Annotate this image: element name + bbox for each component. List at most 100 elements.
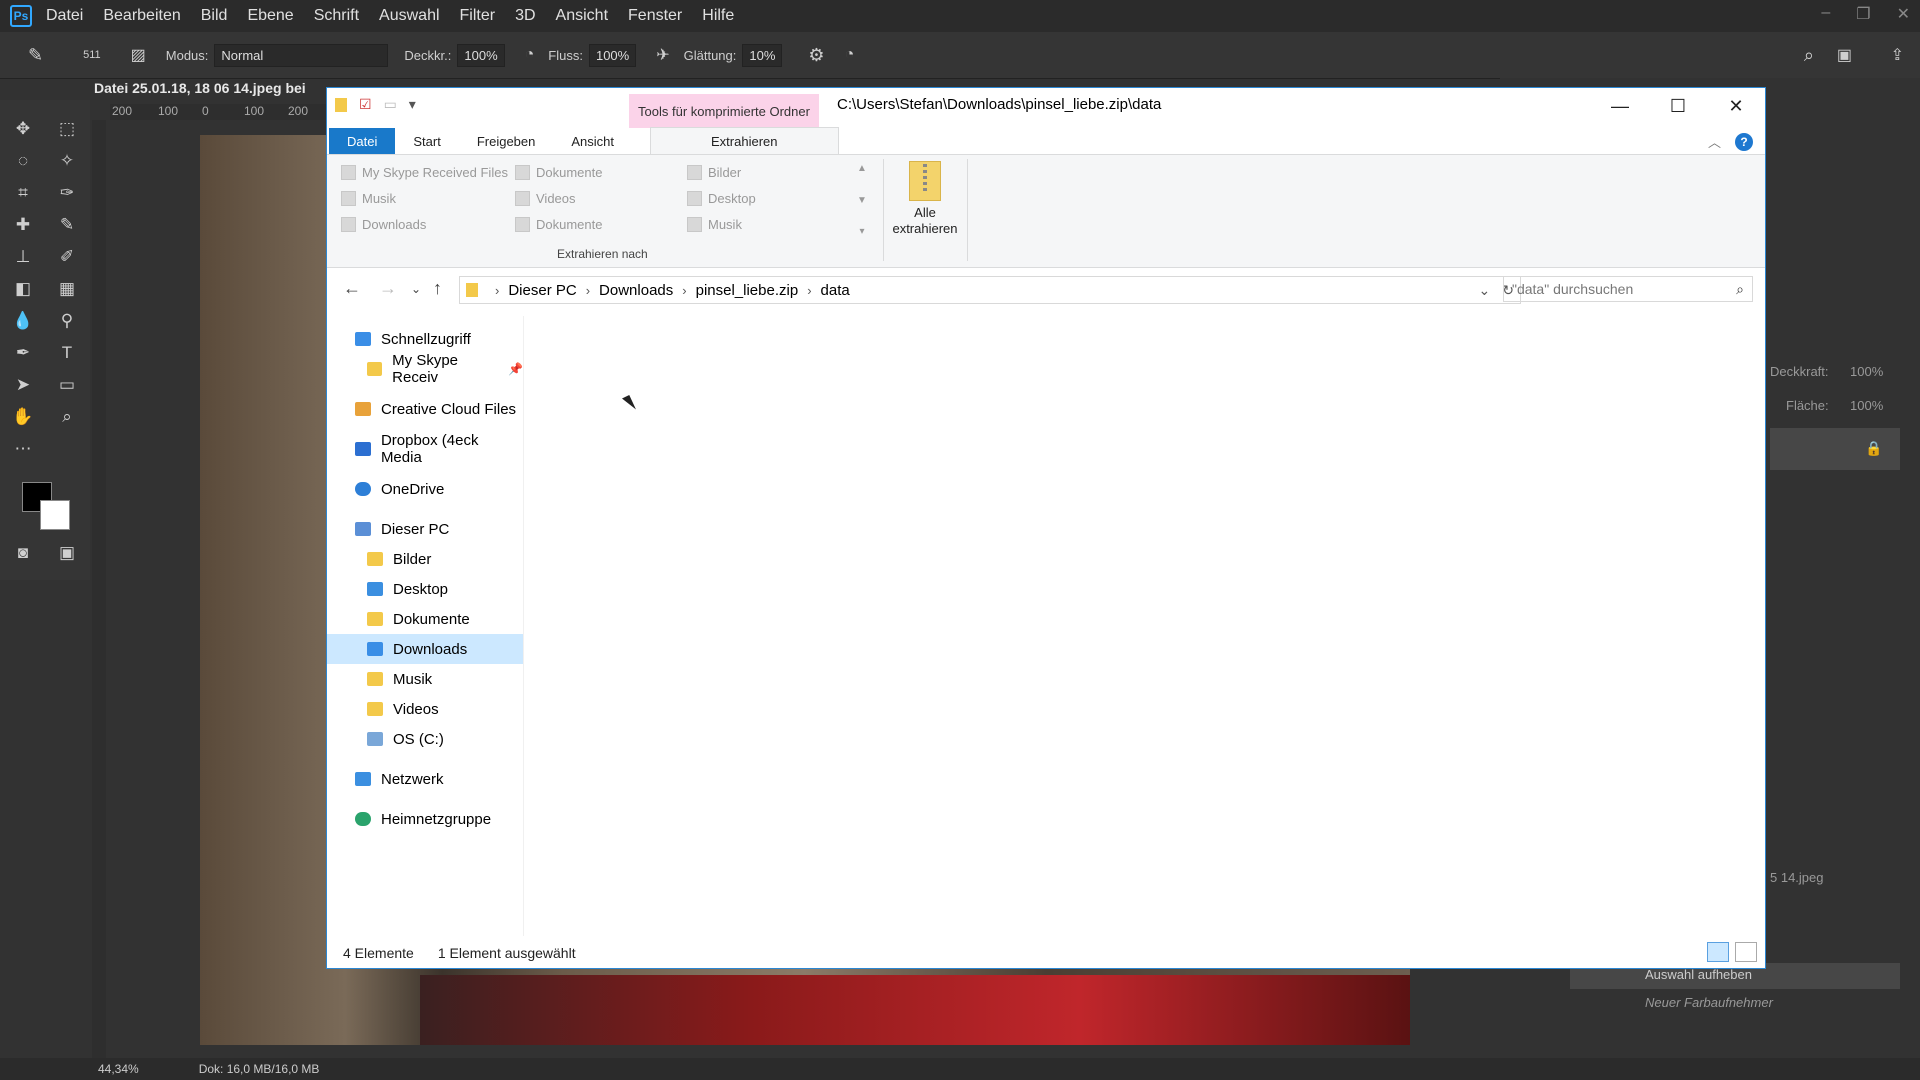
chevron-right-icon[interactable]: ›	[807, 283, 811, 298]
menu-bearbeiten[interactable]: Bearbeiten	[103, 7, 180, 25]
tab-extrahieren[interactable]: Extrahieren	[650, 127, 839, 154]
destination-item[interactable]: Dokumente	[515, 217, 602, 232]
qat-dropdown-icon[interactable]: ▾	[409, 96, 416, 113]
airbrush-icon[interactable]: ✈	[656, 45, 669, 65]
menu-schrift[interactable]: Schrift	[314, 7, 359, 25]
forward-button[interactable]: →	[379, 278, 397, 299]
pressure-size-icon[interactable]: ◔	[845, 46, 855, 64]
history-item[interactable]: Neuer Farbaufnehmer	[1645, 995, 1773, 1010]
menu-ebene[interactable]: Ebene	[247, 7, 293, 25]
brush-size[interactable]: 511	[83, 49, 101, 61]
close-button[interactable]: ✕	[1707, 88, 1765, 124]
move-tool-icon[interactable]: ✥	[10, 116, 36, 142]
layer-fill-field[interactable]: 100%	[1850, 398, 1883, 413]
nav-item-downloads[interactable]: Downloads	[327, 634, 523, 664]
search-icon[interactable]: ⌕	[1736, 281, 1744, 298]
menu-ansicht[interactable]: Ansicht	[556, 7, 608, 25]
search-input[interactable]: "data" durchsuchen ⌕	[1503, 276, 1753, 302]
help-icon[interactable]: ?	[1735, 132, 1753, 151]
share-icon[interactable]: ⇪	[1891, 45, 1904, 65]
nav-item-my-skype[interactable]: My Skype Receiv 📌	[327, 352, 523, 386]
large-icons-view-button[interactable]	[1735, 942, 1757, 962]
close-icon[interactable]: ✕	[1897, 4, 1910, 24]
destination-item[interactable]: My Skype Received Files	[341, 165, 508, 180]
tab-datei[interactable]: Datei	[329, 128, 396, 154]
pen-tool-icon[interactable]: ✒	[10, 340, 36, 366]
zoom-level[interactable]: 44,34%	[98, 1062, 139, 1076]
nav-item-dieser-pc[interactable]: Dieser PC	[327, 514, 523, 544]
minimize-icon[interactable]: –	[1821, 4, 1830, 24]
dodge-tool-icon[interactable]: ⚲	[54, 308, 80, 334]
brush-tool-icon[interactable]: ✎	[28, 45, 43, 66]
nav-item-schnellzugriff[interactable]: Schnellzugriff	[327, 324, 523, 354]
properties-icon[interactable]: ☑	[359, 96, 372, 113]
destination-item[interactable]: Downloads	[341, 217, 426, 232]
new-folder-icon[interactable]: ▭	[384, 96, 397, 113]
nav-item-dropbox[interactable]: Dropbox (4eck Media	[327, 432, 523, 466]
up-button[interactable]: ↑	[433, 278, 442, 299]
mode-select[interactable]: Normal	[214, 43, 389, 67]
destination-item[interactable]: Musik	[341, 191, 396, 206]
document-tab[interactable]: Datei 25.01.18, 18 06 14.jpeg bei	[94, 80, 306, 100]
nav-item-bilder[interactable]: Bilder	[327, 544, 523, 574]
maximize-button[interactable]: ☐	[1649, 88, 1707, 124]
zoom-tool-icon[interactable]: ⌕	[54, 404, 80, 430]
breadcrumb-item[interactable]: data	[821, 282, 850, 299]
back-button[interactable]: ←	[343, 278, 361, 299]
lasso-tool-icon[interactable]: ◌	[10, 148, 36, 174]
destination-item[interactable]: Videos	[515, 191, 576, 206]
history-brush-tool-icon[interactable]: ✐	[54, 244, 80, 270]
rectangle-tool-icon[interactable]: ▭	[54, 372, 80, 398]
chevron-down-icon[interactable]: ⌄	[1479, 282, 1491, 299]
extract-all-button[interactable]: Alle extrahieren	[885, 161, 965, 237]
scroll-down-icon[interactable]: ▼	[857, 195, 867, 206]
marquee-tool-icon[interactable]: ⬚	[54, 116, 80, 142]
menu-filter[interactable]: Filter	[460, 7, 496, 25]
menu-datei[interactable]: Datei	[46, 7, 83, 25]
search-icon[interactable]: ⌕	[1804, 45, 1814, 66]
address-bar[interactable]: › Dieser PC › Downloads › pinsel_liebe.z…	[459, 276, 1521, 304]
lock-icon[interactable]: 🔒	[1865, 440, 1882, 457]
destination-item[interactable]: Desktop	[687, 191, 756, 206]
destination-item[interactable]: Bilder	[687, 165, 741, 180]
nav-item-creative-cloud[interactable]: Creative Cloud Files	[327, 394, 523, 424]
background-color-swatch[interactable]	[40, 500, 70, 530]
expand-gallery-icon[interactable]: ▾	[859, 226, 864, 237]
nav-item-desktop[interactable]: Desktop	[327, 574, 523, 604]
stamp-tool-icon[interactable]: ⊥	[10, 244, 36, 270]
breadcrumb-item[interactable]: pinsel_liebe.zip	[696, 282, 799, 299]
restore-icon[interactable]: ❐	[1856, 4, 1870, 24]
quick-select-tool-icon[interactable]: ✧	[54, 148, 80, 174]
destinations-scroll[interactable]: ▲ ▼ ▾	[855, 163, 869, 237]
chevron-right-icon[interactable]: ›	[682, 283, 686, 298]
nav-item-os-c[interactable]: OS (C:)	[327, 724, 523, 754]
opacity-field[interactable]: 100%	[457, 43, 505, 67]
smoothing-field[interactable]: 10%	[742, 43, 783, 67]
type-tool-icon[interactable]: T	[54, 340, 80, 366]
destination-item[interactable]: Musik	[687, 217, 742, 232]
scroll-up-icon[interactable]: ▲	[857, 163, 867, 174]
more-tools-icon[interactable]: ⋯	[10, 436, 36, 462]
nav-item-dokumente[interactable]: Dokumente	[327, 604, 523, 634]
history-item[interactable]: Auswahl aufheben	[1645, 967, 1752, 982]
brush-panel-icon[interactable]: ▨	[131, 45, 146, 65]
screen-mode-icon[interactable]: ▣	[54, 540, 80, 566]
nav-item-videos[interactable]: Videos	[327, 694, 523, 724]
nav-item-heimnetzgruppe[interactable]: Heimnetzgruppe	[327, 804, 523, 834]
recent-locations-icon[interactable]: ⌄	[411, 282, 421, 296]
tab-freigeben[interactable]: Freigeben	[459, 128, 554, 154]
quick-mask-icon[interactable]: ◙	[10, 540, 36, 566]
nav-item-netzwerk[interactable]: Netzwerk	[327, 764, 523, 794]
destination-item[interactable]: Dokumente	[515, 165, 602, 180]
chevron-right-icon[interactable]: ›	[586, 283, 590, 298]
menu-bild[interactable]: Bild	[201, 7, 228, 25]
menu-hilfe[interactable]: Hilfe	[702, 7, 734, 25]
brush-tool-icon[interactable]: ✎	[54, 212, 80, 238]
pressure-opacity-icon[interactable]: ◔	[525, 46, 535, 64]
breadcrumb-item[interactable]: Downloads	[599, 282, 673, 299]
layer-opacity-field[interactable]: 100%	[1850, 364, 1883, 379]
crop-tool-icon[interactable]: ⌗	[10, 180, 36, 206]
menu-fenster[interactable]: Fenster	[628, 7, 682, 25]
eraser-tool-icon[interactable]: ◧	[10, 276, 36, 302]
blur-tool-icon[interactable]: 💧	[10, 308, 36, 334]
